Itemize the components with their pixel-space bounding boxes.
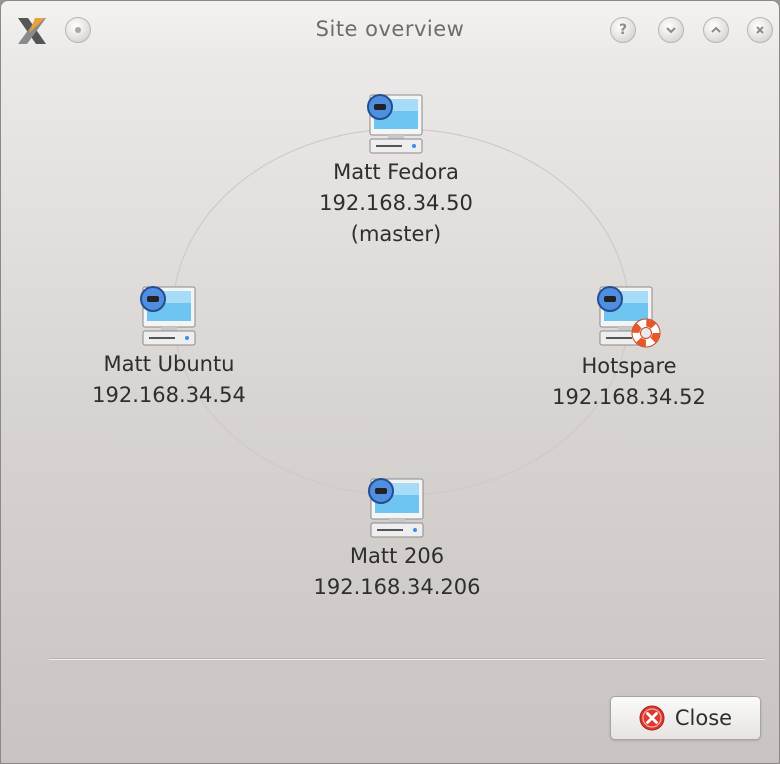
site-overview-window: Site overview ? Matt Fedora 192.168.34.5… (0, 0, 780, 764)
computer-icon (368, 478, 424, 538)
node-ip: 192.168.34.206 (313, 575, 481, 599)
close-button[interactable]: Close (610, 696, 761, 740)
node-name: Matt Ubuntu (103, 352, 235, 376)
minimize-button[interactable] (658, 17, 684, 43)
node-ip: 192.168.34.52 (552, 385, 706, 409)
site-node-hotspare[interactable]: Hotspare 192.168.34.52 (539, 285, 719, 413)
maximize-icon (711, 26, 721, 33)
computer-icon (140, 286, 196, 346)
site-node-matt-206[interactable]: Matt 206 192.168.34.206 (303, 477, 491, 603)
computer-icon (367, 94, 423, 154)
node-name: Hotspare (581, 354, 677, 378)
node-ip: 192.168.34.54 (92, 383, 246, 407)
close-icon (756, 26, 764, 34)
close-button-label: Close (674, 706, 733, 730)
maximize-button[interactable] (703, 17, 729, 43)
help-icon: ? (618, 22, 628, 38)
close-window-button[interactable] (747, 17, 773, 43)
help-button[interactable]: ? (610, 17, 636, 43)
node-role: (master) (350, 222, 442, 246)
node-ip: 192.168.34.50 (319, 191, 473, 215)
red-x-circle-icon (639, 705, 665, 731)
minimize-icon (666, 27, 676, 34)
node-name: Matt Fedora (333, 160, 459, 184)
site-node-matt-ubuntu[interactable]: Matt Ubuntu 192.168.34.54 (79, 285, 259, 411)
footer-separator (49, 658, 765, 660)
site-node-matt-fedora[interactable]: Matt Fedora 192.168.34.50 (master) (311, 93, 481, 250)
node-name: Matt 206 (349, 544, 445, 568)
computer-hotspare-icon (597, 286, 661, 348)
title-bar[interactable]: Site overview ? (1, 1, 779, 57)
